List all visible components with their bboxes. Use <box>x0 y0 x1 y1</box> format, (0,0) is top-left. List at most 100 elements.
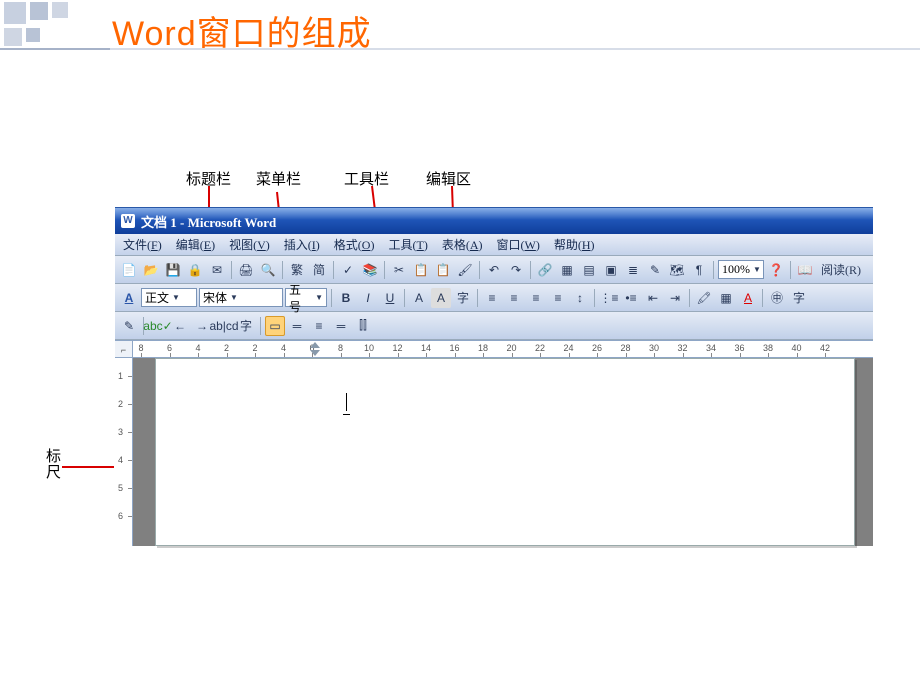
align-center-icon[interactable]: ≡ <box>504 288 524 308</box>
separator <box>404 289 405 307</box>
char-scaling-icon[interactable]: 字 <box>453 288 473 308</box>
numbered-list-icon[interactable]: ⋮≡ <box>599 288 619 308</box>
phonetic-guide-icon[interactable]: ㊥ <box>767 288 787 308</box>
underline-icon[interactable]: U <box>380 288 400 308</box>
hyperlink-icon[interactable]: 🔗 <box>535 260 555 280</box>
save-icon[interactable]: 💾 <box>163 260 183 280</box>
mail-icon[interactable]: ✉ <box>207 260 227 280</box>
print-icon[interactable]: 🖨 <box>236 260 256 280</box>
align-left-icon[interactable]: ≡ <box>482 288 502 308</box>
separator <box>594 289 595 307</box>
edit-area: 123456 <box>115 358 873 546</box>
toolbar-standard: 📄 📂 💾 🔒 ✉ 🖨 🔍 繁 简 ✓ 📚 ✂ 📋 📋 🖌 ↶ ↷ 🔗 ▦ ▤ … <box>115 256 873 284</box>
read-mode-icon[interactable]: 📖 <box>795 260 815 280</box>
new-doc-icon[interactable]: 📄 <box>119 260 139 280</box>
open-icon[interactable]: 📂 <box>141 260 161 280</box>
char-shading-icon[interactable]: A <box>431 288 451 308</box>
excel-icon[interactable]: ▣ <box>601 260 621 280</box>
separator <box>260 317 261 335</box>
view-print-icon[interactable]: ≡ <box>309 316 329 336</box>
menu-table[interactable]: 表格(A) <box>438 235 487 254</box>
styles-pane-icon[interactable]: A <box>119 288 139 308</box>
font-combo[interactable]: 宋体▼ <box>199 288 283 307</box>
char-border-icon[interactable]: A <box>409 288 429 308</box>
bulleted-list-icon[interactable]: •≡ <box>621 288 641 308</box>
undo-icon[interactable]: ↶ <box>484 260 504 280</box>
separator <box>689 289 690 307</box>
font-size-combo[interactable]: 五号▼ <box>285 288 327 307</box>
word-count-icon[interactable]: 字 <box>236 316 256 336</box>
spellcheck2-icon[interactable]: abc✓ <box>148 316 168 336</box>
view-web-icon[interactable]: ▭ <box>265 316 285 336</box>
style-combo[interactable]: 正文▼ <box>141 288 197 307</box>
align-right-icon[interactable]: ≡ <box>526 288 546 308</box>
indent-dec-icon[interactable]: ⇤ <box>643 288 663 308</box>
research-icon[interactable]: 📚 <box>360 260 380 280</box>
menu-help[interactable]: 帮助(H) <box>550 235 599 254</box>
window-title: 文档 1 - Microsoft Word <box>141 212 276 231</box>
ruler-corner-box[interactable]: ⌐ <box>115 341 133 357</box>
indicator-line-ruler <box>62 466 114 468</box>
ruler-h-tick: 26 <box>592 343 602 353</box>
doc-map-icon[interactable]: 🗺 <box>667 260 687 280</box>
title-bar[interactable]: W 文档 1 - Microsoft Word <box>115 208 873 234</box>
permissions-icon[interactable]: 🔒 <box>185 260 205 280</box>
ruler-v-tick: 4 <box>118 455 123 465</box>
view-normal-icon[interactable]: ═ <box>287 316 307 336</box>
borders-icon[interactable]: ▦ <box>716 288 736 308</box>
view-reading-icon[interactable]: ⫿⫿ <box>353 316 373 336</box>
ink-start-icon[interactable]: ✎ <box>119 316 139 336</box>
chinese-trad-icon[interactable]: 繁 <box>287 260 307 280</box>
align-justify-icon[interactable]: ≡ <box>548 288 568 308</box>
indent-inc-icon[interactable]: ⇥ <box>665 288 685 308</box>
prev-error-icon[interactable]: ← <box>170 316 190 336</box>
ruler-v-tick: 2 <box>118 399 123 409</box>
document-page[interactable] <box>155 358 855 546</box>
bold-icon[interactable]: B <box>336 288 356 308</box>
thesaurus-icon[interactable]: ab|cd <box>214 316 234 336</box>
read-mode-label[interactable]: 阅读(R) <box>817 261 865 278</box>
cut-icon[interactable]: ✂ <box>389 260 409 280</box>
help-icon[interactable]: ❓ <box>766 260 786 280</box>
ruler-horizontal[interactable]: ⌐ 86422468101214161820222426283032343638… <box>115 340 873 358</box>
zoom-combo[interactable]: 100%▼ <box>718 260 764 279</box>
ruler-h-tick: 2 <box>252 343 257 353</box>
line-spacing-icon[interactable]: ↕ <box>570 288 590 308</box>
format-painter-icon[interactable]: 🖌 <box>455 260 475 280</box>
menu-window[interactable]: 窗口(W) <box>493 235 544 254</box>
columns-icon[interactable]: ≣ <box>623 260 643 280</box>
separator <box>479 261 480 279</box>
ruler-h-tick: 38 <box>763 343 773 353</box>
label-ruler: 标尺 <box>46 449 62 481</box>
ruler-h-tick: 8 <box>138 343 143 353</box>
show-marks-icon[interactable]: ¶ <box>689 260 709 280</box>
insert-table-icon[interactable]: ▤ <box>579 260 599 280</box>
ruler-h-tick: 30 <box>649 343 659 353</box>
menu-tools[interactable]: 工具(T) <box>384 235 431 254</box>
enclose-char-icon[interactable]: 字 <box>789 288 809 308</box>
spellcheck-icon[interactable]: ✓ <box>338 260 358 280</box>
redo-icon[interactable]: ↷ <box>506 260 526 280</box>
highlight-icon[interactable]: 🖍 <box>694 288 714 308</box>
indent-marker[interactable] <box>310 342 320 356</box>
ruler-h-tick: 2 <box>224 343 229 353</box>
print-preview-icon[interactable]: 🔍 <box>258 260 278 280</box>
table-icon[interactable]: ▦ <box>557 260 577 280</box>
menu-file[interactable]: 文件(F) <box>119 235 166 254</box>
drawing-icon[interactable]: ✎ <box>645 260 665 280</box>
menu-insert[interactable]: 插入(I) <box>280 235 324 254</box>
ruler-v-tick: 3 <box>118 427 123 437</box>
menu-edit[interactable]: 编辑(E) <box>172 235 219 254</box>
menu-format[interactable]: 格式(O) <box>330 235 379 254</box>
ruler-vertical[interactable]: 123456 <box>115 358 133 546</box>
view-outline-icon[interactable]: ═ <box>331 316 351 336</box>
menu-view[interactable]: 视图(V) <box>225 235 274 254</box>
paste-icon[interactable]: 📋 <box>433 260 453 280</box>
font-color-icon[interactable]: A <box>738 288 758 308</box>
ruler-v-tick: 6 <box>118 511 123 521</box>
ruler-h-tick: 16 <box>449 343 459 353</box>
copy-icon[interactable]: 📋 <box>411 260 431 280</box>
slide-title: Word窗口的组成 <box>112 6 372 55</box>
italic-icon[interactable]: I <box>358 288 378 308</box>
chinese-simp-icon[interactable]: 简 <box>309 260 329 280</box>
